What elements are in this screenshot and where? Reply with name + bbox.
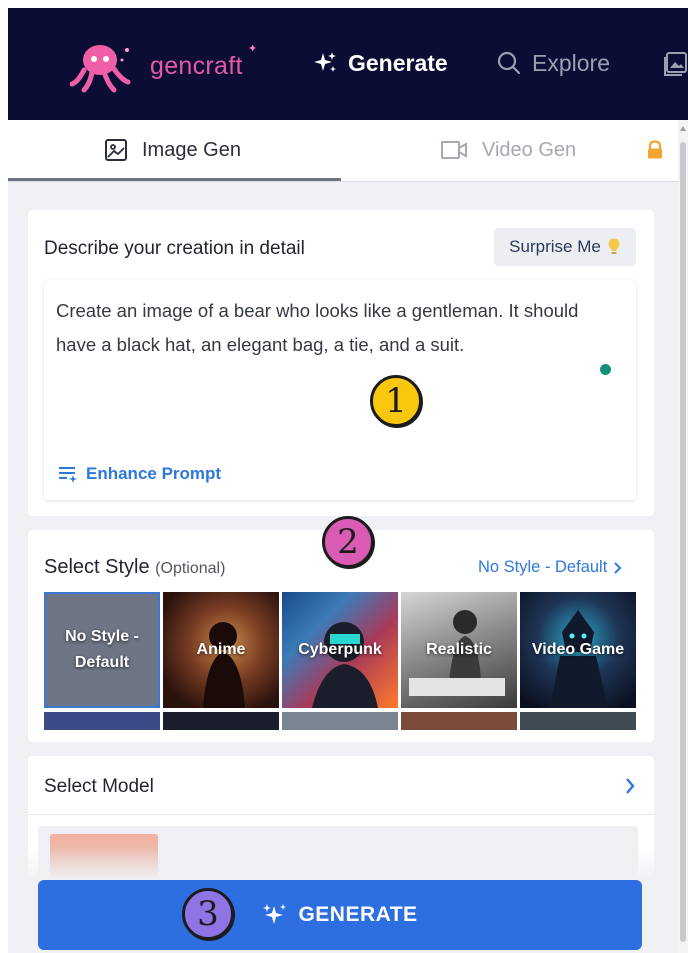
image-icon (104, 138, 128, 162)
style-option-label: Anime (196, 641, 246, 658)
style-option-label: Realistic (426, 641, 492, 658)
style-option-cyberpunk[interactable]: Cyberpunk (282, 592, 398, 708)
style-option-no-style[interactable]: No Style - Default (44, 592, 160, 708)
model-label: Select Model (44, 776, 154, 797)
style-option-row2-3[interactable] (282, 712, 398, 730)
style-label: Select Style (44, 556, 150, 578)
enhance-prompt-button[interactable]: Enhance Prompt (58, 464, 221, 484)
style-option-anime[interactable]: Anime (163, 592, 279, 708)
surprise-me-label: Surprise Me (509, 237, 601, 256)
top-navigation-bar: gencraft ✦ Generate Explore (8, 8, 688, 120)
gencraft-logo[interactable]: gencraft ✦ (70, 38, 260, 94)
surprise-me-button[interactable]: Surprise Me (494, 228, 636, 266)
chevron-right-icon[interactable] (624, 776, 636, 801)
generation-tabs: Image Gen Video Gen (8, 120, 678, 182)
model-divider (28, 814, 654, 815)
style-option-label: Cyberpunk (298, 641, 382, 658)
sparkle-icon: ✦ (248, 43, 258, 55)
tab-video-gen-label: Video Gen (482, 138, 577, 161)
lock-icon (646, 140, 664, 165)
status-dot (600, 364, 611, 375)
prompt-text: Create an image of a bear who looks like… (56, 300, 579, 355)
nav-explore[interactable]: Explore (496, 46, 610, 80)
prompt-label: Describe your creation in detail (44, 238, 305, 259)
nav-generate-label: Generate (348, 49, 448, 76)
tab-video-gen[interactable]: Video Gen (440, 120, 576, 180)
style-option-realistic[interactable]: Realistic (401, 592, 517, 708)
nav-gallery[interactable] (663, 50, 688, 78)
style-selected-link[interactable]: No Style - Default (478, 558, 622, 577)
scroll-up-arrow-icon[interactable] (680, 126, 686, 131)
octopus-logo-icon (70, 45, 131, 93)
style-section-title: Select Style (Optional) (44, 556, 225, 579)
search-icon (496, 50, 522, 76)
style-optional-label: (Optional) (155, 560, 226, 577)
style-option-row2-2[interactable] (163, 712, 279, 730)
prompt-card: Describe your creation in detail Surpris… (28, 210, 654, 516)
prompt-textarea[interactable]: Create an image of a bear who looks like… (44, 280, 636, 500)
style-option-row2-1[interactable] (44, 712, 160, 730)
style-option-label: No Style - Default (65, 628, 139, 671)
style-option-row2-4[interactable] (401, 712, 517, 730)
video-camera-icon (440, 139, 468, 161)
vertical-scrollbar[interactable] (678, 120, 688, 953)
enhance-list-icon (59, 467, 77, 483)
lightbulb-icon (608, 238, 620, 254)
sparkles-icon (312, 50, 338, 76)
style-selected-link-label: No Style - Default (478, 558, 608, 576)
sparkles-icon (263, 904, 287, 924)
style-option-label: Video Game (531, 641, 625, 658)
annotation-badge-3: 3 (182, 888, 234, 940)
tab-image-gen[interactable]: Image Gen (104, 120, 241, 180)
scrollbar-thumb[interactable] (680, 142, 686, 942)
enhance-prompt-label: Enhance Prompt (86, 464, 222, 483)
generate-button[interactable]: GENERATE (38, 880, 642, 950)
logo-wordmark: gencraft (150, 52, 243, 80)
tab-image-gen-label: Image Gen (142, 138, 241, 161)
style-option-row2-5[interactable] (520, 712, 636, 730)
nav-explore-label: Explore (532, 49, 610, 76)
style-option-video-game[interactable]: Video Game (520, 592, 636, 708)
chevron-right-icon (614, 561, 622, 574)
annotation-badge-1: 1 (370, 375, 422, 427)
active-tab-indicator (8, 178, 341, 181)
gallery-icon (664, 52, 687, 76)
nav-generate[interactable]: Generate (312, 46, 448, 80)
annotation-badge-2: 2 (322, 516, 374, 568)
generate-label: GENERATE (298, 903, 418, 926)
